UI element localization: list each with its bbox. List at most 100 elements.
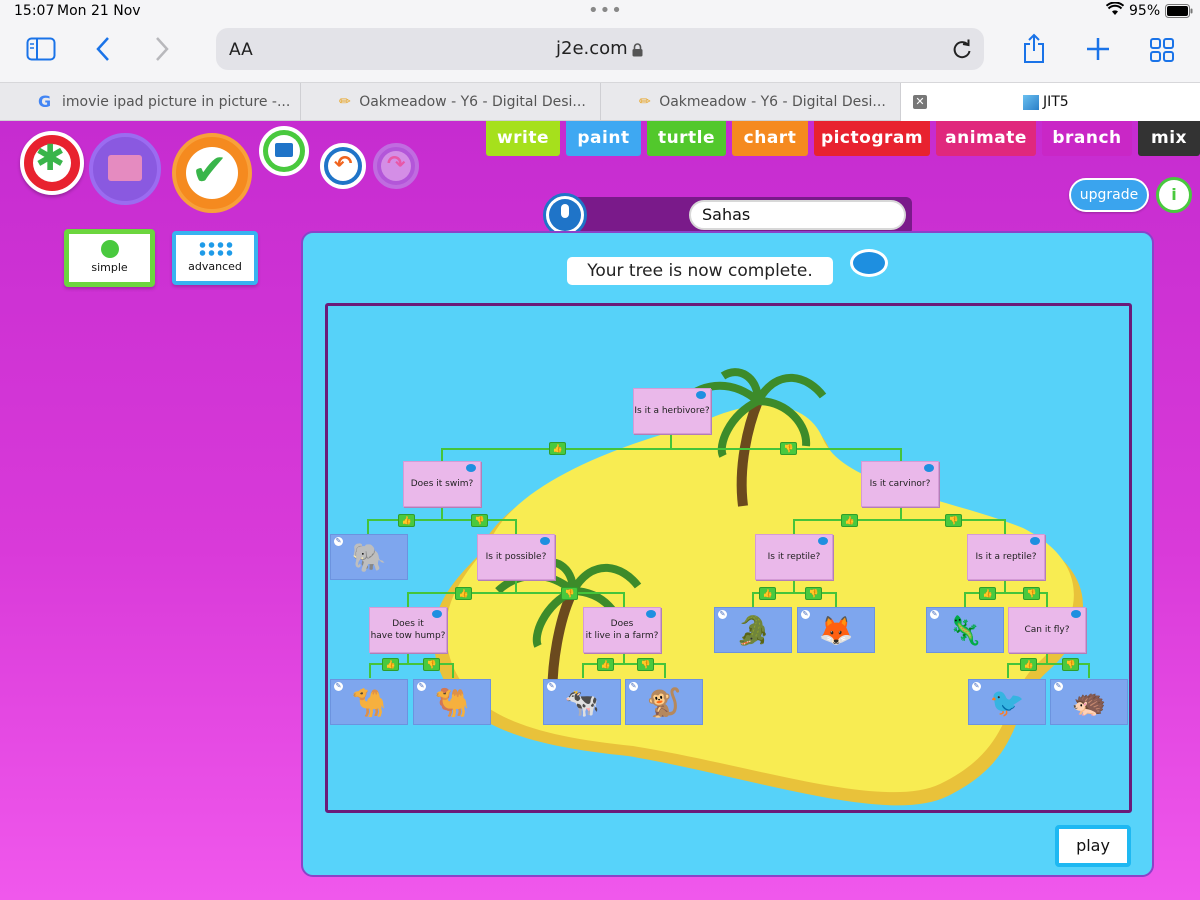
address-bar[interactable]: AA j2e.com xyxy=(216,28,984,70)
open-button[interactable] xyxy=(89,133,161,205)
google-icon: G xyxy=(38,92,52,111)
answer-chameleon[interactable]: ✎ 🦎 xyxy=(926,607,1004,653)
question-possible[interactable]: Is it possible? xyxy=(477,534,555,580)
new-button[interactable]: ✱ xyxy=(20,131,84,195)
share-icon[interactable] xyxy=(1022,32,1046,71)
question-reptile[interactable]: Is it reptile? xyxy=(755,534,833,580)
yes-thumb-icon: 👍 xyxy=(455,587,472,600)
simple-button[interactable]: simple xyxy=(64,229,155,287)
comment-icon[interactable] xyxy=(1071,610,1081,618)
question-herbivore[interactable]: Is it a herbivore? xyxy=(633,388,711,434)
question-a-reptile[interactable]: Is it a reptile? xyxy=(967,534,1045,580)
mode-turtle[interactable]: turtle xyxy=(647,121,726,156)
branch-panel: Your tree is now complete. 👍 👎 👍 👎 👍 👎 👍… xyxy=(301,231,1154,877)
question-farm[interactable]: Does it live in a farm? xyxy=(583,607,661,653)
elephant-icon: 🐘 xyxy=(351,540,387,574)
redo-button[interactable]: ↷ xyxy=(373,143,419,189)
comment-icon[interactable] xyxy=(1030,537,1040,545)
tab-overview-icon[interactable] xyxy=(1149,37,1175,70)
comment-icon[interactable] xyxy=(466,464,476,472)
answer-monkey[interactable]: ✎ 🐒 xyxy=(625,679,703,725)
tab-oakmeadow-1[interactable]: ✏ Oakmeadow - Y6 - Digital Desi... xyxy=(301,83,601,121)
no-thumb-icon: 👎 xyxy=(805,587,822,600)
battery-icon xyxy=(1165,4,1193,22)
crocodile-icon: 🐊 xyxy=(735,613,771,647)
edit-icon[interactable]: ✎ xyxy=(547,682,556,691)
redo-icon: ↷ xyxy=(387,152,406,177)
edit-icon[interactable]: ✎ xyxy=(801,610,810,619)
tab-bar: G imovie ipad picture in picture -... ✏ … xyxy=(0,82,1200,121)
question-carnivore[interactable]: Is it carvinor? xyxy=(861,461,939,507)
undo-button[interactable]: ↶ xyxy=(320,143,366,189)
simple-label: simple xyxy=(91,261,128,274)
edit-icon[interactable]: ✎ xyxy=(718,610,727,619)
edit-icon[interactable]: ✎ xyxy=(334,537,343,546)
answer-anteater[interactable]: ✎ 🦔 xyxy=(1050,679,1128,725)
print-button[interactable] xyxy=(259,126,309,176)
no-thumb-icon: 👎 xyxy=(637,658,654,671)
forward-icon[interactable] xyxy=(154,36,170,69)
comment-icon[interactable] xyxy=(696,391,706,399)
sidebar-icon[interactable] xyxy=(26,37,56,68)
tree-canvas[interactable]: 👍 👎 👍 👎 👍 👎 👍 👎 👍 👎 👍 👎 👍 👎 👍 👎 👍 👎 Is i… xyxy=(325,303,1132,813)
status-bar: 15:07 Mon 21 Nov ••• 95% xyxy=(0,0,1200,24)
edit-icon[interactable]: ✎ xyxy=(972,682,981,691)
comment-icon[interactable] xyxy=(818,537,828,545)
edit-icon[interactable]: ✎ xyxy=(334,682,343,691)
comment-icon[interactable] xyxy=(432,610,442,618)
comment-icon[interactable] xyxy=(646,610,656,618)
edit-icon[interactable]: ✎ xyxy=(629,682,638,691)
advanced-button[interactable]: advanced xyxy=(172,231,258,285)
back-icon[interactable] xyxy=(95,36,111,69)
question-two-humps[interactable]: Does it have tow hump? xyxy=(369,607,447,653)
tab-imovie[interactable]: G imovie ipad picture in picture -... xyxy=(0,83,301,121)
tab-jit5[interactable]: ✕ JIT5 xyxy=(901,83,1200,121)
no-thumb-icon: 👎 xyxy=(1023,587,1040,600)
speech-bubble-icon[interactable] xyxy=(850,249,888,277)
multitask-dots-icon[interactable]: ••• xyxy=(588,0,623,21)
url-text[interactable]: j2e.com xyxy=(556,38,628,59)
battery-percent: 95% xyxy=(1129,3,1161,19)
mode-chart[interactable]: chart xyxy=(732,121,808,156)
camel-icon: 🐪 xyxy=(351,685,387,719)
info-button[interactable]: i xyxy=(1156,177,1192,213)
tab-oakmeadow-2[interactable]: ✏ Oakmeadow - Y6 - Digital Desi... xyxy=(601,83,901,121)
mode-branch[interactable]: branch xyxy=(1042,121,1132,156)
edit-icon[interactable]: ✎ xyxy=(417,682,426,691)
mode-paint[interactable]: paint xyxy=(566,121,641,156)
mode-mix[interactable]: mix xyxy=(1138,121,1200,156)
text-size-button[interactable]: AA xyxy=(229,40,253,60)
answer-fox[interactable]: ✎ 🦊 xyxy=(797,607,875,653)
reload-icon[interactable] xyxy=(952,38,972,64)
monkey-icon: 🐒 xyxy=(646,685,682,719)
answer-bird[interactable]: ✎ 🐦 xyxy=(968,679,1046,725)
comment-icon[interactable] xyxy=(924,464,934,472)
mode-pictogram[interactable]: pictogram xyxy=(814,121,930,156)
question-swim[interactable]: Does it swim? xyxy=(403,461,481,507)
chameleon-icon: 🦎 xyxy=(947,613,983,647)
play-button[interactable]: play xyxy=(1055,825,1131,867)
name-input[interactable]: Sahas xyxy=(689,200,906,230)
no-thumb-icon: 👎 xyxy=(561,587,578,600)
edit-icon[interactable]: ✎ xyxy=(1054,682,1063,691)
comment-icon[interactable] xyxy=(540,537,550,545)
yes-thumb-icon: 👍 xyxy=(398,514,415,527)
new-tab-icon[interactable] xyxy=(1085,36,1111,69)
answer-elephant[interactable]: ✎ 🐘 xyxy=(330,534,408,580)
upgrade-button[interactable]: upgrade xyxy=(1069,178,1149,212)
save-button[interactable]: ✔ xyxy=(172,133,252,213)
asterisk-icon: ✱ xyxy=(35,138,66,179)
mode-animate[interactable]: animate xyxy=(936,121,1036,156)
answer-cow[interactable]: ✎ 🐄 xyxy=(543,679,621,725)
edit-icon[interactable]: ✎ xyxy=(930,610,939,619)
answer-camel-two-humps[interactable]: ✎ 🐫 xyxy=(413,679,491,725)
question-fly[interactable]: Can it fly? xyxy=(1008,607,1086,653)
checkmark-icon: ✔ xyxy=(191,145,228,196)
answer-camel-one-hump[interactable]: ✎ 🐪 xyxy=(330,679,408,725)
close-tab-icon[interactable]: ✕ xyxy=(913,95,927,109)
answer-crocodile[interactable]: ✎ 🐊 xyxy=(714,607,792,653)
no-thumb-icon: 👎 xyxy=(945,514,962,527)
yes-thumb-icon: 👍 xyxy=(597,658,614,671)
no-thumb-icon: 👎 xyxy=(471,514,488,527)
mode-write[interactable]: write xyxy=(486,121,560,156)
